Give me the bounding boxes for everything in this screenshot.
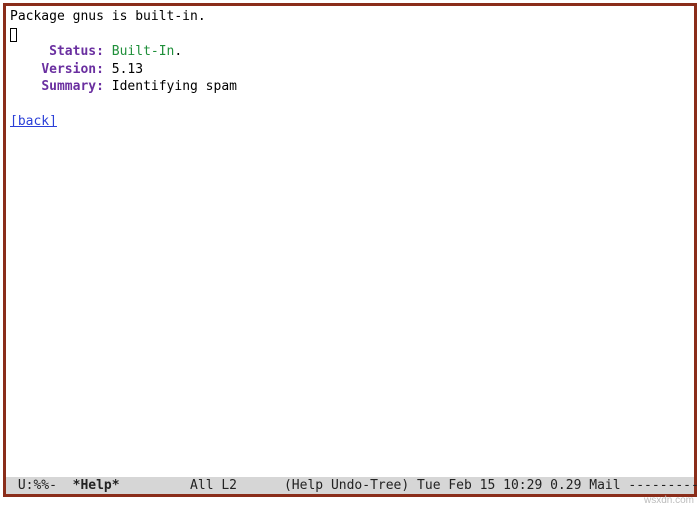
summary-row: Summary: Identifying spam [10, 78, 690, 96]
modeline-tail: Mail [589, 478, 620, 493]
emacs-frame: Package gnus is built-in. Status: Built-… [3, 3, 697, 497]
back-row: [back] [10, 113, 690, 131]
status-row: Status: Built-In. [10, 43, 690, 61]
help-buffer[interactable]: Package gnus is built-in. Status: Built-… [6, 6, 694, 477]
blank-line [10, 96, 690, 114]
status-suffix: . [174, 44, 182, 59]
modeline-load: 0.29 [550, 478, 581, 493]
status-value: Built-In [112, 44, 175, 59]
modeline-coding: U:%%- [18, 478, 57, 493]
modeline-datetime: Tue Feb 15 10:29 [417, 478, 542, 493]
modeline-modes: (Help Undo-Tree) [284, 478, 409, 493]
cursor-line [10, 26, 690, 44]
modeline-buffer-name: *Help* [73, 478, 120, 493]
version-label: Version: [41, 62, 104, 77]
watermark: wsxdn.com [644, 495, 694, 506]
package-header: Package gnus is built-in. [10, 8, 690, 26]
summary-label: Summary: [41, 79, 104, 94]
version-row: Version: 5.13 [10, 61, 690, 79]
back-link[interactable]: [back] [10, 114, 57, 129]
modeline-position: All L2 [190, 478, 237, 493]
text-cursor [10, 28, 17, 42]
summary-value: Identifying spam [112, 79, 237, 94]
version-value: 5.13 [112, 62, 143, 77]
mode-line: U:%%- *Help* All L2 (Help Undo-Tree) Tue… [6, 477, 694, 494]
status-label: Status: [49, 44, 104, 59]
